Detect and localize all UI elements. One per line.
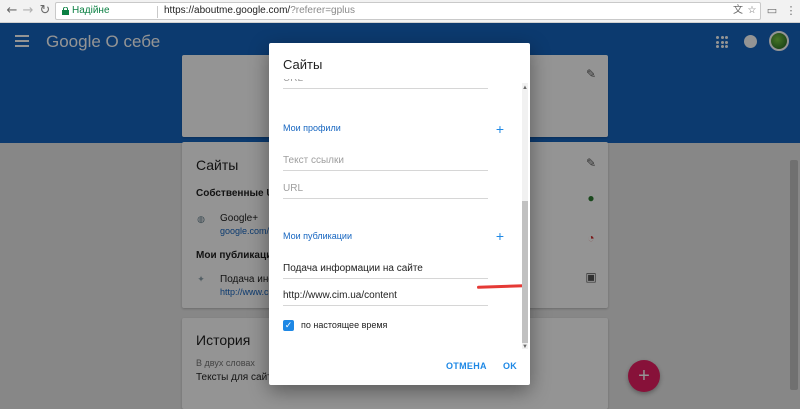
ok-button[interactable]: OK (503, 361, 517, 371)
link-text-input[interactable]: Текст ссылки (283, 151, 488, 171)
publication-title-input[interactable]: Подача информации на сайте (283, 259, 488, 279)
sites-dialog: Сайты URL Мои профили + Текст ссылки URL… (269, 43, 530, 385)
publication-url-input[interactable]: http://www.cim.ua/content (283, 286, 488, 306)
current-checkbox-label: по настоящее время (301, 320, 388, 330)
star-icon[interactable]: ☆ (746, 5, 758, 17)
url-query: ?referer=gplus (290, 5, 355, 16)
url-main: https://aboutme.google.com/ (164, 5, 291, 16)
url-input[interactable]: URL (283, 179, 488, 199)
url-text[interactable]: https://aboutme.google.com/?referer=gplu… (164, 5, 355, 16)
address-bar[interactable]: Надійне https://aboutme.google.com/?refe… (55, 2, 761, 20)
dialog-scroll-area: URL Мои профили + Текст ссылки URL Мои п… (269, 79, 530, 351)
scroll-up-arrow-icon[interactable]: ▲ (522, 85, 528, 91)
cast-icon[interactable]: ▭ (765, 4, 779, 18)
current-checkbox[interactable]: ✓ (283, 320, 294, 331)
publications-section-label: Мои публикации (283, 231, 352, 241)
scroll-down-arrow-icon[interactable]: ▼ (522, 344, 528, 350)
translate-icon[interactable]: 文 (732, 5, 744, 17)
add-profile-plus-icon[interactable]: + (494, 122, 506, 136)
back-icon[interactable]: ← (4, 3, 20, 19)
lock-icon (62, 7, 69, 15)
browser-toolbar: ← → ↻ Надійне https://aboutme.google.com… (0, 0, 800, 23)
menu-icon[interactable]: ⋮ (784, 4, 798, 18)
add-publication-plus-icon[interactable]: + (494, 229, 506, 243)
dialog-title: Сайты (283, 57, 323, 72)
dialog-scrollbar-thumb[interactable] (522, 201, 528, 343)
profiles-label: Мои профили (283, 123, 341, 133)
url-separator (157, 6, 158, 18)
url-input-top[interactable]: URL (283, 79, 488, 89)
secure-label: Надійне (72, 5, 110, 16)
reload-icon[interactable]: ↻ (37, 3, 53, 19)
forward-icon[interactable]: → (20, 3, 36, 19)
cancel-button[interactable]: ОТМЕНА (446, 361, 487, 371)
